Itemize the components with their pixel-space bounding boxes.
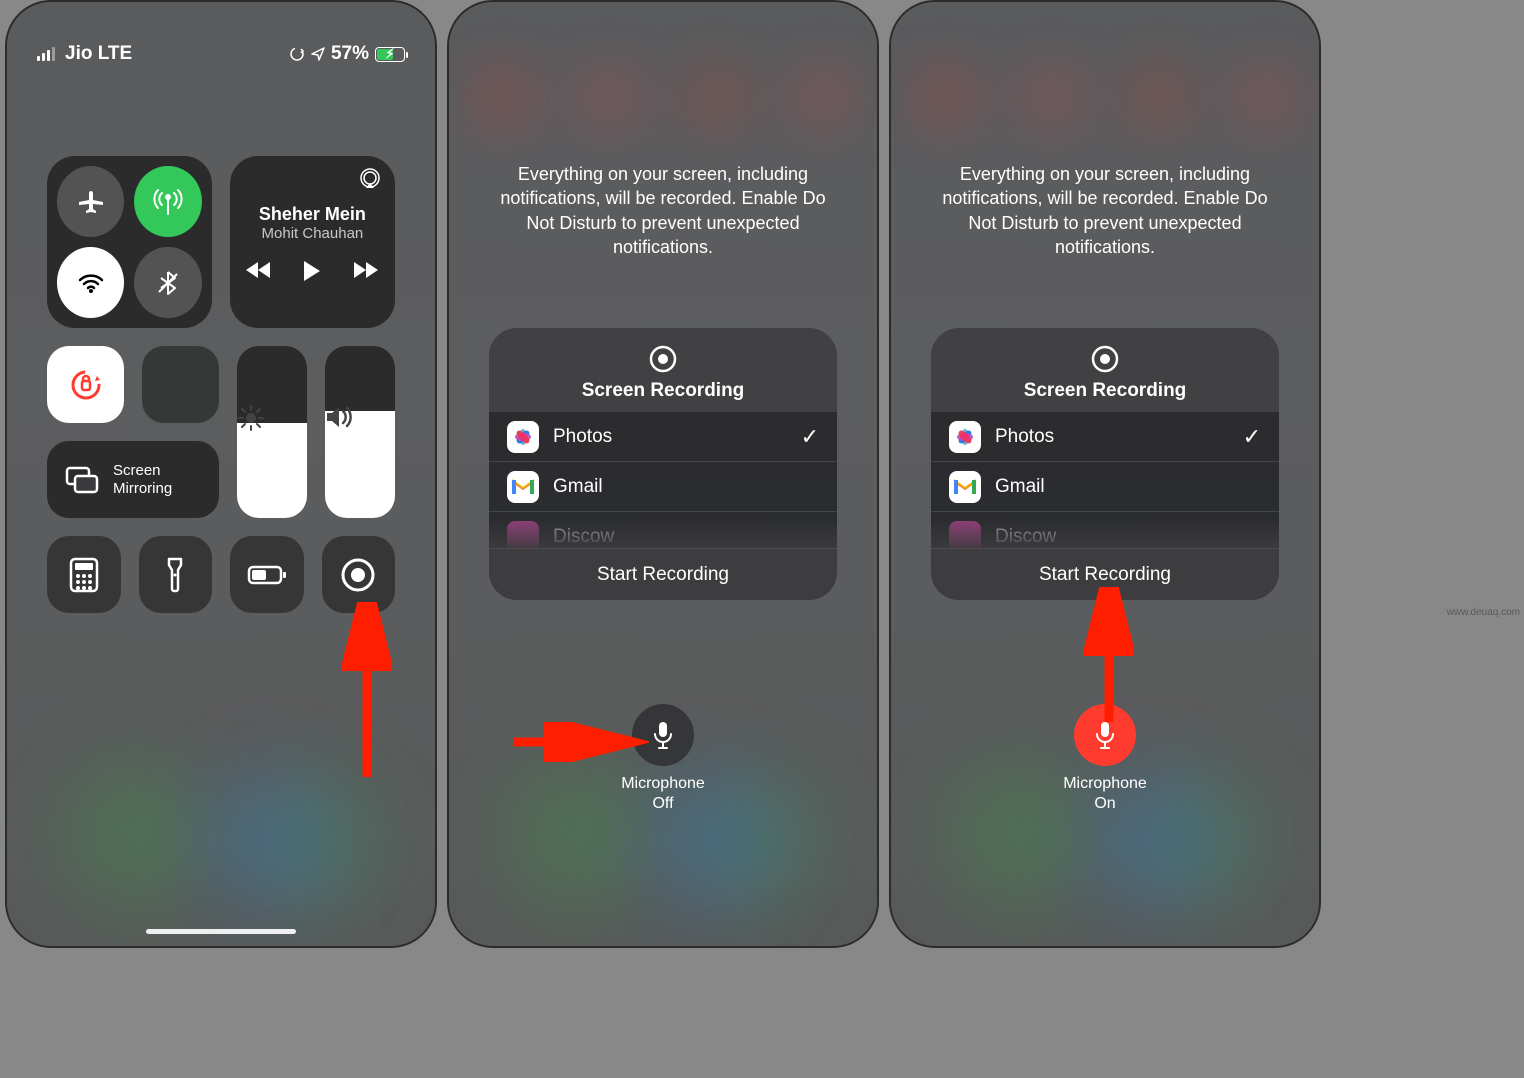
destination-list[interactable]: Photos ✓ Gmail Discow [931, 412, 1279, 548]
checkmark-icon: ✓ [801, 424, 819, 450]
previous-icon[interactable] [246, 260, 272, 282]
flashlight-button[interactable] [139, 536, 213, 613]
microphone-toggle[interactable] [1074, 704, 1136, 766]
connectivity-group[interactable] [47, 156, 212, 328]
volume-slider[interactable] [325, 346, 395, 518]
start-recording-button[interactable]: Start Recording [931, 548, 1279, 600]
destination-gmail[interactable]: Gmail [489, 462, 837, 512]
battery-icon: ⚡︎ [375, 47, 405, 62]
photos-app-icon [949, 421, 981, 453]
destination-label: Gmail [995, 476, 1261, 498]
checkmark-icon: ✓ [1243, 424, 1261, 450]
rotation-lock-icon [289, 46, 305, 62]
screen-recording-sheet: Screen Recording Photos ✓ Gmail Discow S… [489, 328, 837, 600]
airplay-icon[interactable] [359, 168, 381, 190]
calculator-button[interactable] [47, 536, 121, 613]
brightness-icon [237, 404, 307, 432]
now-playing-tile[interactable]: Sheher Mein Mohit Chauhan [230, 156, 395, 328]
destination-photos[interactable]: Photos ✓ [931, 412, 1279, 462]
flashlight-icon [165, 557, 185, 593]
microphone-label: MicrophoneOff [621, 774, 705, 814]
status-bar: Jio LTE 57% ⚡︎ [7, 32, 435, 76]
rotation-lock-icon [67, 366, 105, 404]
microphone-label: MicrophoneOn [1063, 774, 1147, 814]
recording-notice: Everything on your screen, including not… [489, 162, 837, 259]
carrier-label: Jio LTE [65, 43, 132, 65]
sheet-title: Screen Recording [1024, 380, 1187, 402]
play-icon[interactable] [302, 260, 322, 282]
destination-gmail[interactable]: Gmail [931, 462, 1279, 512]
airplane-mode-button[interactable] [57, 166, 124, 237]
brightness-slider[interactable] [237, 346, 307, 518]
next-icon[interactable] [352, 260, 378, 282]
destination-label: Gmail [553, 476, 819, 498]
screenshot-control-center: Jio LTE 57% ⚡︎ [5, 0, 437, 948]
speaker-icon [325, 405, 395, 429]
microphone-icon [651, 720, 675, 750]
wifi-button[interactable] [57, 247, 124, 318]
location-icon [311, 47, 325, 61]
rotation-lock-button[interactable] [47, 346, 124, 423]
record-icon [1090, 344, 1120, 374]
destination-label: Photos [553, 426, 787, 448]
microphone-toggle[interactable] [632, 704, 694, 766]
antenna-icon [153, 187, 183, 217]
airplane-icon [76, 187, 106, 217]
screen-recording-sheet: Screen Recording Photos ✓ Gmail Discow S… [931, 328, 1279, 600]
battery-outline-icon [247, 564, 287, 586]
record-icon [648, 344, 678, 374]
destination-photos[interactable]: Photos ✓ [489, 412, 837, 462]
watermark: www.deuaq.com [1447, 607, 1520, 618]
sheet-title: Screen Recording [582, 380, 745, 402]
do-not-disturb-button[interactable] [142, 346, 219, 423]
home-indicator[interactable] [146, 929, 296, 934]
screen-record-button[interactable] [322, 536, 396, 613]
low-power-mode-button[interactable] [230, 536, 304, 613]
signal-icon [37, 47, 57, 61]
calculator-icon [69, 557, 99, 593]
start-recording-button[interactable]: Start Recording [489, 548, 837, 600]
destination-list[interactable]: Photos ✓ Gmail Discow [489, 412, 837, 548]
screen-mirroring-button[interactable]: Screen Mirroring [47, 441, 219, 518]
gmail-app-icon [507, 471, 539, 503]
battery-percent: 57% [331, 43, 369, 65]
record-icon [339, 556, 377, 594]
moon-icon [164, 368, 198, 402]
bluetooth-off-icon [155, 270, 181, 296]
bluetooth-button[interactable] [134, 247, 201, 318]
photos-app-icon [507, 421, 539, 453]
destination-label: Photos [995, 426, 1229, 448]
cellular-data-button[interactable] [134, 166, 201, 237]
screen-mirroring-label: Screen Mirroring [113, 462, 172, 497]
gmail-app-icon [949, 471, 981, 503]
track-artist: Mohit Chauhan [262, 225, 364, 242]
microphone-icon [1093, 720, 1117, 750]
track-title: Sheher Mein [259, 204, 366, 225]
wifi-icon [76, 268, 106, 298]
screen-mirroring-icon [65, 466, 99, 494]
screenshot-recording-mic-off: Everything on your screen, including not… [447, 0, 879, 948]
recording-notice: Everything on your screen, including not… [931, 162, 1279, 259]
screenshot-recording-mic-on: Everything on your screen, including not… [889, 0, 1321, 948]
